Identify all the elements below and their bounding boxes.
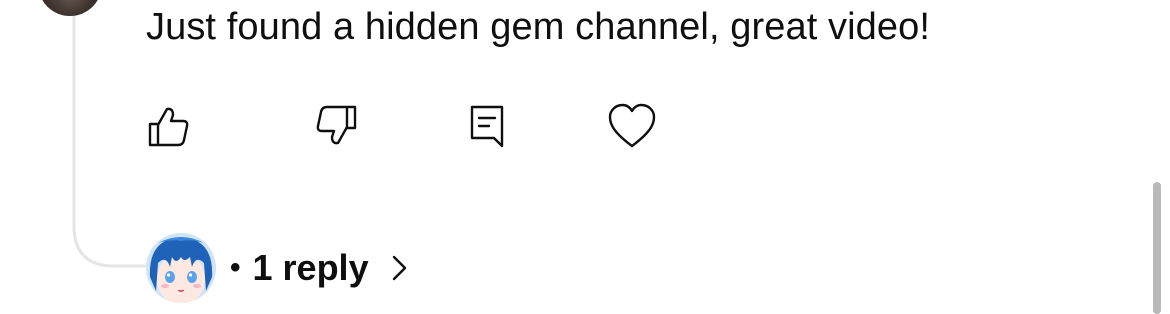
like-button[interactable] — [142, 100, 194, 152]
view-replies-button[interactable]: • 1 reply — [146, 233, 409, 303]
chevron-right-icon — [391, 254, 409, 282]
comment-reply-icon — [470, 105, 504, 148]
reply-separator-dot: • — [230, 251, 241, 284]
reply-button[interactable] — [461, 100, 513, 152]
thumbs-up-icon — [148, 107, 189, 147]
scrollbar-thumb[interactable] — [1153, 182, 1161, 314]
heart-icon — [608, 103, 656, 148]
reply-author-avatar — [146, 233, 216, 303]
thread-connector-line — [72, 16, 146, 268]
heart-button[interactable] — [606, 100, 658, 152]
thumbs-down-icon — [316, 105, 357, 145]
dislike-button[interactable] — [311, 100, 363, 152]
reply-count-label: 1 reply — [252, 247, 369, 288]
comment-text: Just found a hidden gem channel, great v… — [146, 6, 931, 48]
